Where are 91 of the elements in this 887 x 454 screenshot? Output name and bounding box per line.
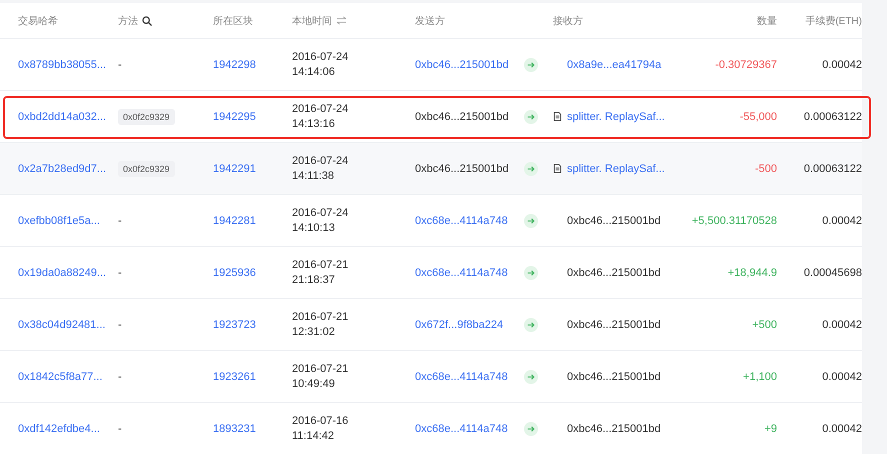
sender-address: 0xbc46...215001bd [415, 162, 509, 174]
date-text: 2016-07-16 [292, 415, 348, 427]
method-text: - [118, 58, 122, 70]
arrow-right-icon [524, 162, 538, 176]
fee-text: 0.00042 [822, 214, 862, 226]
block-link[interactable]: 1923723 [213, 318, 256, 330]
recipient-address: 0xbc46...215001bd [567, 266, 661, 278]
column-header: 所在区块 [213, 14, 253, 28]
time-text: 14:14:06 [292, 66, 335, 78]
recipient-link[interactable]: splitter. ReplaySaf... [567, 162, 665, 174]
time-text: 14:10:13 [292, 222, 335, 234]
transaction-hash-link[interactable]: 0x8789bb38055... [18, 58, 106, 70]
recipient-link[interactable]: 0x8a9e...ea41794a [567, 58, 662, 70]
transaction-hash-link[interactable]: 0xbd2dd14a032... [18, 110, 106, 122]
method-text: - [118, 214, 122, 226]
block-link[interactable]: 1942298 [213, 58, 256, 70]
method-text: - [118, 422, 122, 434]
arrow-right-icon [524, 110, 538, 124]
fee-text: 0.00045698 [804, 266, 862, 278]
column-header: 接收方 [553, 14, 583, 28]
amount-text: -500 [754, 162, 777, 174]
date-text: 2016-07-21 [292, 311, 348, 323]
amount-text: +500 [752, 318, 777, 330]
amount-text: -55,000 [740, 110, 777, 122]
block-link[interactable]: 1942295 [213, 110, 256, 122]
sender-link[interactable]: 0xc68e...4114a748 [415, 266, 508, 278]
block-link[interactable]: 1893231 [213, 422, 256, 434]
fee-text: 0.00042 [822, 422, 862, 434]
fee-text: 0.00063122 [804, 110, 862, 122]
fee-text: 0.00063122 [804, 162, 862, 174]
date-text: 2016-07-24 [292, 51, 348, 63]
block-link[interactable]: 1942281 [213, 214, 256, 226]
date-text: 2016-07-21 [292, 259, 348, 271]
amount-text: +18,944.9 [728, 266, 777, 278]
transaction-hash-link[interactable]: 0x1842c5f8a77... [18, 370, 102, 382]
time-text: 21:18:37 [292, 274, 335, 286]
recipient-address: 0xbc46...215001bd [567, 422, 661, 434]
block-link[interactable]: 1923261 [213, 370, 256, 382]
time-text: 12:31:02 [292, 326, 335, 338]
fee-text: 0.00042 [822, 318, 862, 330]
date-text: 2016-07-24 [292, 207, 348, 219]
arrow-right-icon [524, 214, 538, 228]
amount-text: -0.30729367 [715, 58, 777, 70]
recipient-address: 0xbc46...215001bd [567, 214, 661, 226]
time-text: 10:49:49 [292, 378, 335, 390]
date-text: 2016-07-24 [292, 155, 348, 167]
amount-text: +5,500.31170528 [692, 214, 777, 226]
fee-text: 0.00042 [822, 370, 862, 382]
method-badge: 0x0f2c9329 [118, 108, 175, 124]
transaction-hash-link[interactable]: 0x2a7b28ed9d7... [18, 162, 106, 174]
transaction-hash-link[interactable]: 0x19da0a88249... [18, 266, 106, 278]
fee-text: 0.00042 [822, 58, 862, 70]
amount-text: +9 [764, 422, 777, 434]
method-text: - [118, 266, 122, 278]
time-text: 14:11:38 [292, 170, 334, 182]
column-header: 手续费(ETH) [805, 14, 862, 28]
arrow-right-icon [524, 58, 538, 72]
method-text: - [118, 318, 122, 330]
amount-text: +1,100 [743, 370, 777, 382]
time-text: 11:14:42 [292, 430, 334, 442]
column-header: 交易哈希 [18, 14, 58, 28]
time-text: 14:13:16 [292, 118, 335, 130]
arrow-right-icon [524, 370, 538, 384]
block-link[interactable]: 1942291 [213, 162, 256, 174]
date-text: 2016-07-24 [292, 103, 348, 115]
sender-link[interactable]: 0xc68e...4114a748 [415, 214, 508, 226]
arrow-right-icon [524, 422, 538, 436]
method-text: - [118, 370, 122, 382]
recipient-address: 0xbc46...215001bd [567, 370, 661, 382]
search-icon[interactable] [142, 16, 152, 26]
sender-link[interactable]: 0xc68e...4114a748 [415, 422, 508, 434]
transaction-hash-link[interactable]: 0x38c04d92481... [18, 318, 106, 330]
arrow-right-icon [524, 266, 538, 280]
column-header: 发送方 [415, 14, 445, 28]
recipient-link[interactable]: splitter. ReplaySaf... [567, 110, 665, 122]
document-icon [553, 111, 562, 122]
sender-address: 0xbc46...215001bd [415, 110, 509, 122]
column-header: 本地时间 [292, 14, 332, 28]
column-header: 数量 [757, 14, 777, 28]
document-icon [553, 163, 562, 174]
transaction-hash-link[interactable]: 0xefbb08f1e5a... [18, 214, 100, 226]
sender-link[interactable]: 0x672f...9f8ba224 [415, 318, 504, 330]
block-link[interactable]: 1925936 [213, 266, 256, 278]
method-badge: 0x0f2c9329 [118, 160, 175, 176]
column-header: 方法 [118, 14, 138, 28]
arrow-right-icon [524, 318, 538, 332]
sender-link[interactable]: 0xc68e...4114a748 [415, 370, 508, 382]
date-text: 2016-07-21 [292, 363, 348, 375]
sender-link[interactable]: 0xbc46...215001bd [415, 58, 509, 70]
recipient-address: 0xbc46...215001bd [567, 318, 661, 330]
transaction-hash-link[interactable]: 0xdf142efdbe4... [18, 422, 100, 434]
